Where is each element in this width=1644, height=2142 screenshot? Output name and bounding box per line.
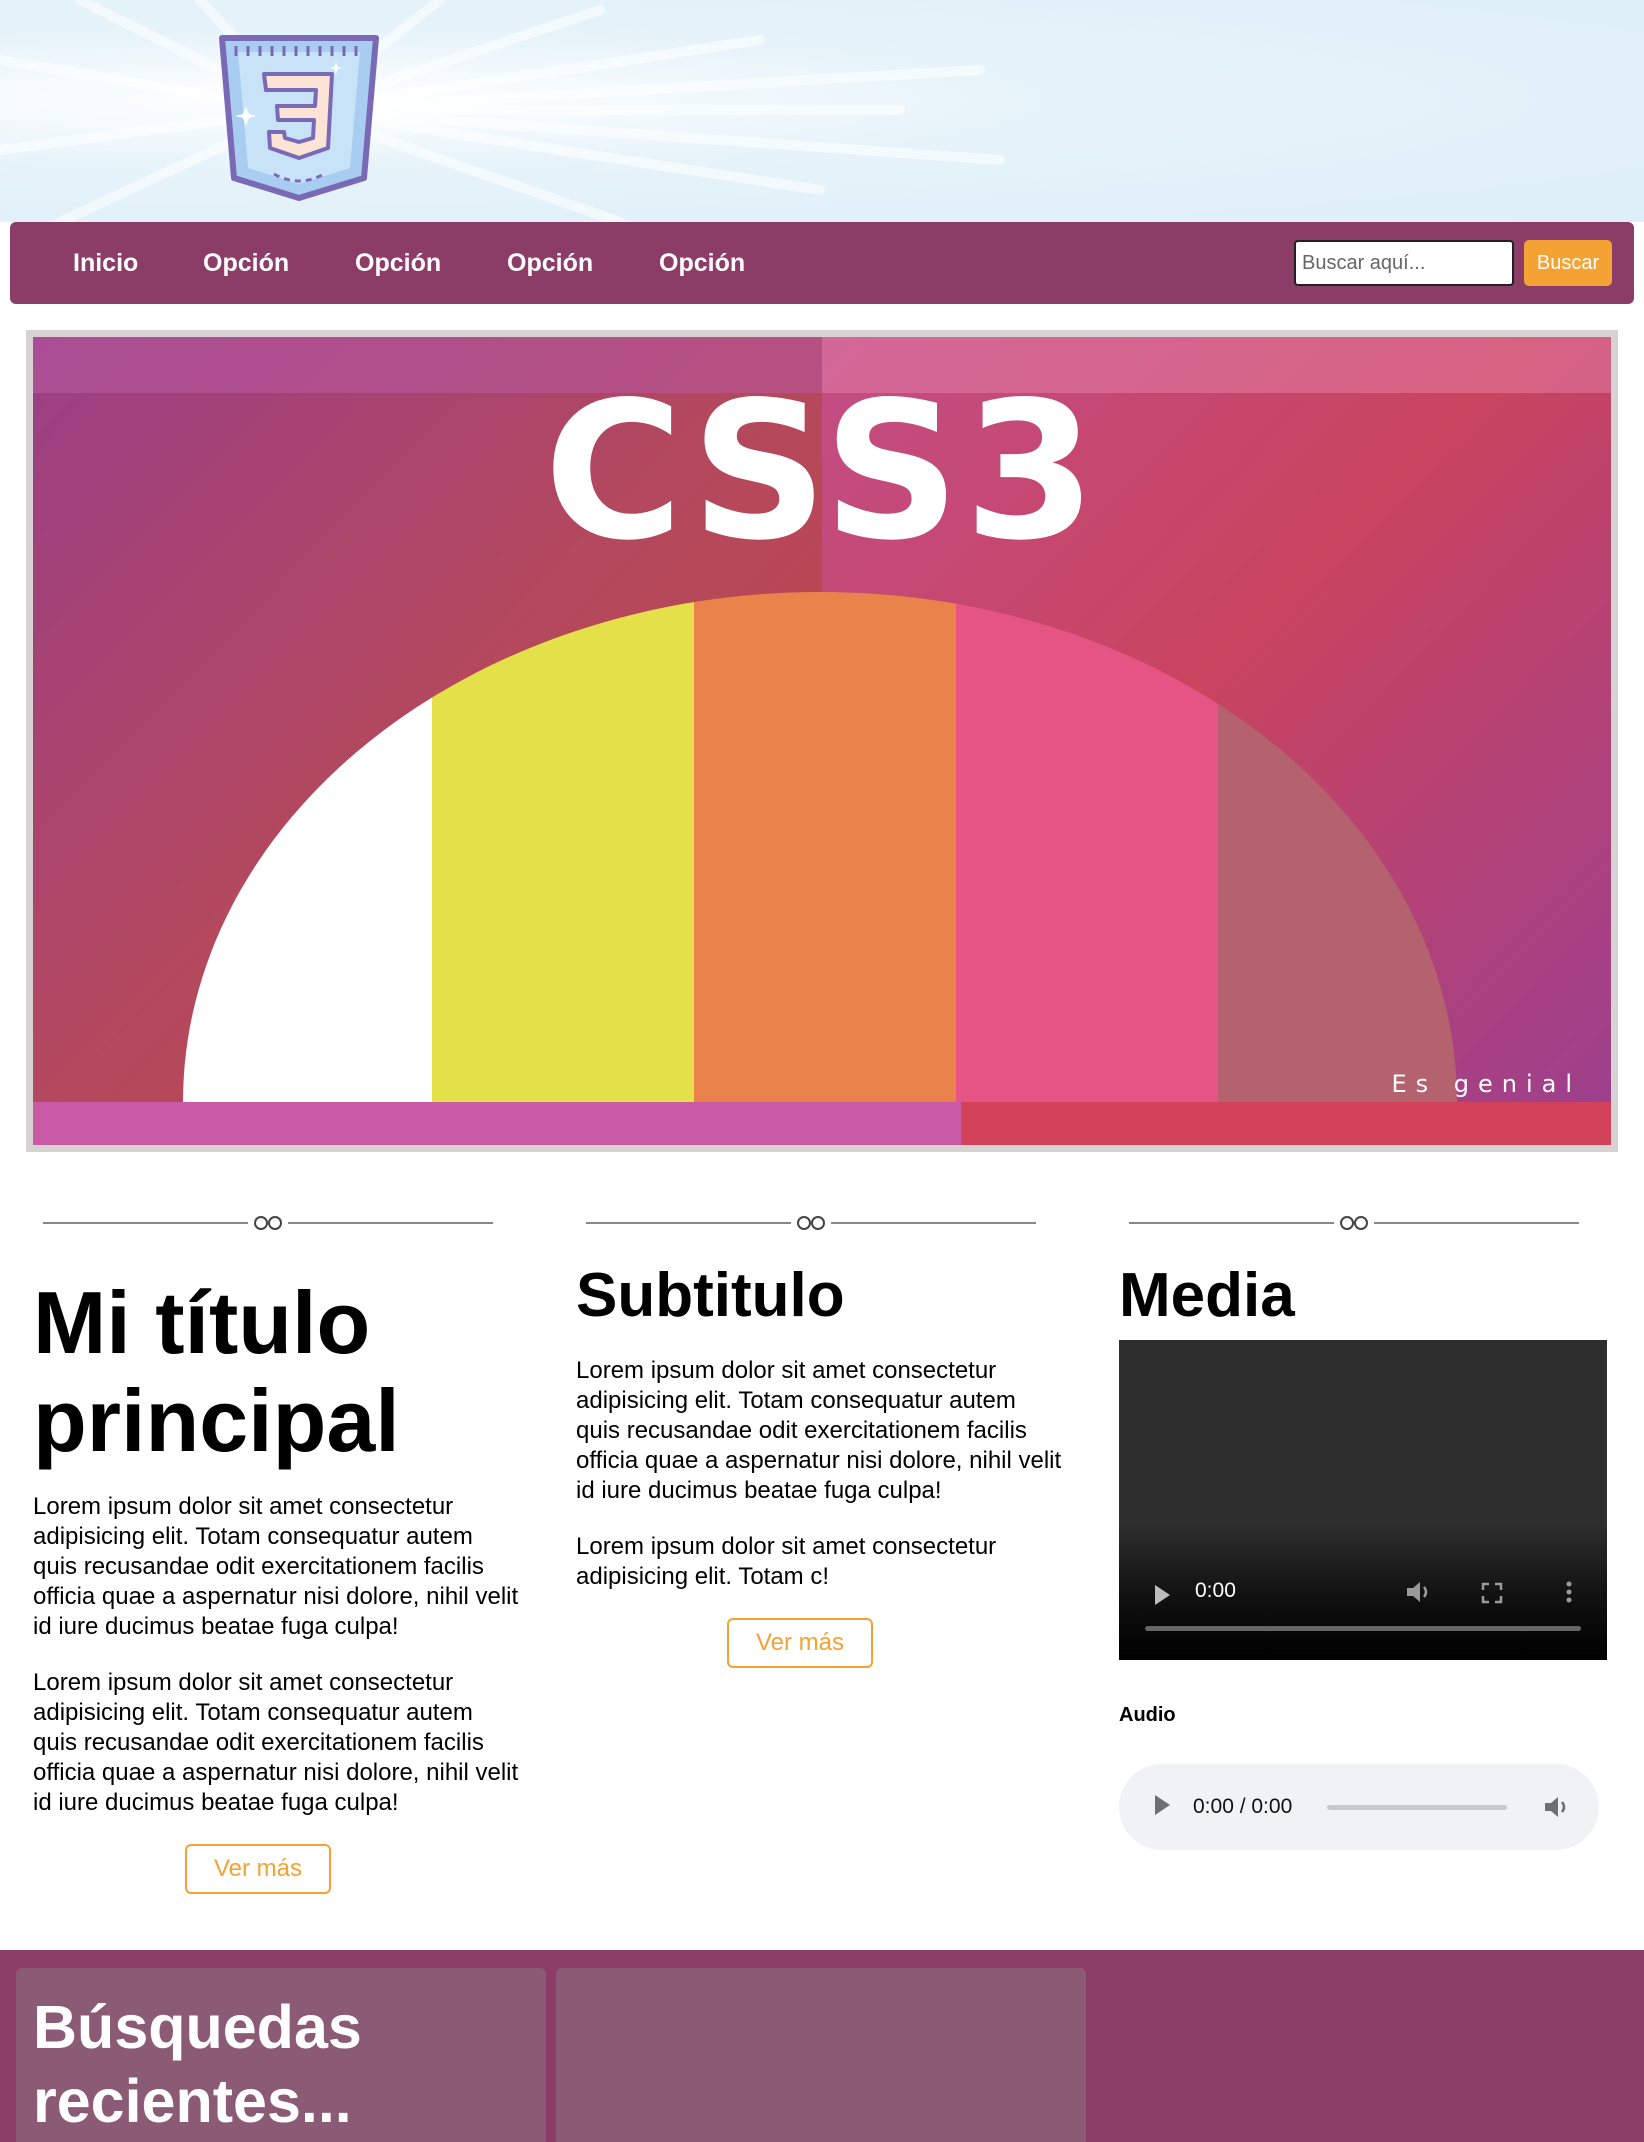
more-vert-icon[interactable]: [1565, 1580, 1573, 1604]
play-icon[interactable]: [1153, 1794, 1171, 1816]
paragraph: Lorem ipsum dolor sit amet consectetur a…: [576, 1533, 997, 1590]
column-main: Mi título principal Lorem ipsum dolor si…: [33, 1208, 523, 1894]
audio-player[interactable]: 0:00 / 0:00: [1119, 1764, 1599, 1850]
paragraph: Lorem ipsum dolor sit amet consectetur a…: [33, 1493, 519, 1640]
search-input[interactable]: [1294, 240, 1514, 286]
nav-item-opcion-2[interactable]: Opción: [355, 222, 441, 304]
header: [0, 0, 1644, 222]
recent-searches-title: Búsquedas recientes...: [33, 1993, 362, 2135]
audio-time: 0:00 / 0:00: [1193, 1795, 1293, 1818]
fullscreen-icon[interactable]: [1481, 1582, 1503, 1604]
ver-mas-button[interactable]: Ver más: [185, 1844, 331, 1894]
main-title: Mi título principal: [33, 1273, 400, 1470]
nav-item-opcion-1[interactable]: Opción: [203, 222, 289, 304]
nav-item-opcion-4[interactable]: Opción: [659, 222, 745, 304]
ornament-divider-icon: [1129, 1216, 1579, 1230]
footer: Búsquedas recientes...: [0, 1950, 1644, 2142]
column-media: Media 0:00 Audio 0:00 / 0:00: [1119, 1208, 1609, 1908]
ver-mas-button[interactable]: Ver más: [727, 1618, 873, 1668]
css3-logo-icon: [219, 35, 379, 201]
video-time: 0:00: [1195, 1579, 1236, 1602]
column-subtitle: Subtitulo Lorem ipsum dolor sit amet con…: [576, 1208, 1066, 1668]
media-title: Media: [1119, 1261, 1295, 1330]
volume-icon[interactable]: [1405, 1580, 1433, 1604]
video-player[interactable]: 0:00: [1119, 1340, 1607, 1660]
ornament-divider-icon: [586, 1216, 1036, 1230]
play-icon[interactable]: [1153, 1584, 1171, 1606]
nav-item-inicio[interactable]: Inicio: [73, 222, 138, 304]
hero-frame: CSS3 Es genial: [26, 330, 1618, 1152]
volume-icon[interactable]: [1543, 1795, 1571, 1819]
audio-progress-bar[interactable]: [1327, 1805, 1507, 1810]
hero-banner: CSS3 Es genial: [33, 337, 1611, 1145]
main-nav: Inicio Opción Opción Opción Opción Busca…: [10, 222, 1634, 304]
hero-tagline: Es genial: [1391, 1070, 1581, 1098]
audio-label: Audio: [1119, 1704, 1176, 1726]
ornament-divider-icon: [43, 1216, 493, 1230]
video-progress-bar[interactable]: [1145, 1626, 1581, 1631]
recent-searches-box: Búsquedas recientes...: [16, 1968, 546, 2142]
search-button[interactable]: Buscar: [1524, 240, 1612, 286]
paragraph: Lorem ipsum dolor sit amet consectetur a…: [33, 1669, 519, 1816]
hero-title: CSS3: [544, 361, 1100, 582]
nav-item-opcion-3[interactable]: Opción: [507, 222, 593, 304]
subtitle: Subtitulo: [576, 1261, 845, 1330]
footer-panel: [556, 1968, 1086, 2142]
paragraph: Lorem ipsum dolor sit amet consectetur a…: [576, 1357, 1062, 1504]
